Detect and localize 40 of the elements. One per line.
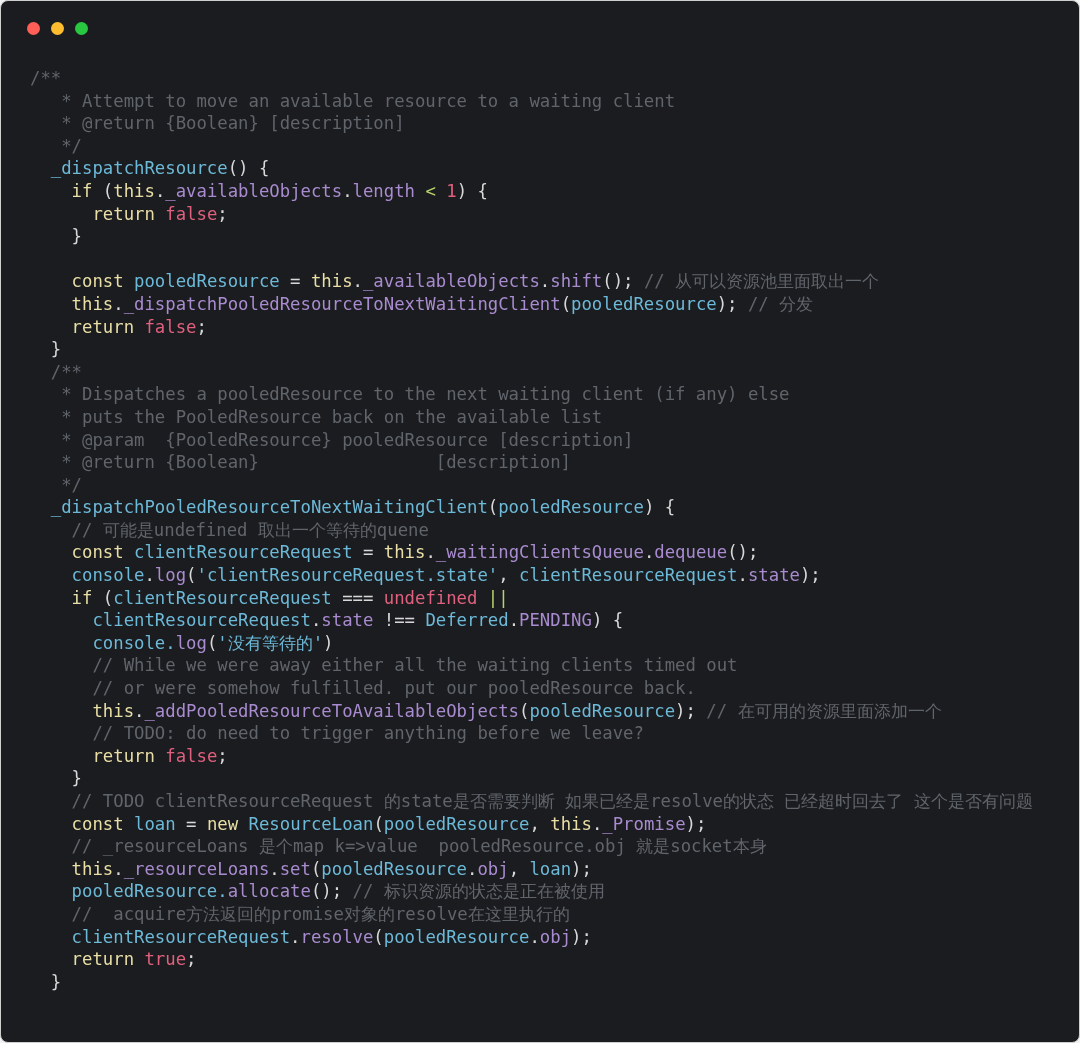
code-line: const pooledResource = this._availableObjects.shift(); // 从可以资源池里面取出一个 bbox=[70, 270, 880, 293]
code-line: * @return {Boolean} [description] bbox=[60, 112, 405, 135]
code-line: */ bbox=[60, 473, 83, 497]
code-line: */ bbox=[60, 134, 83, 158]
code-line: _dispatchPooledResourceToNextWaitingClient(pooledResource) { bbox=[49, 496, 676, 519]
code-line: // acquire方法返回的promise对象的resolve在这里执行的 bbox=[70, 902, 570, 926]
code-line: /** bbox=[30, 67, 62, 90]
code-line: } bbox=[70, 767, 83, 790]
code-line: * @return {Boolean} [description] bbox=[60, 451, 572, 474]
code-line: // TODO clientResourceRequest 的state是否需要判断 如果已经是resolve的状态 已经超时回去了 这个是否有问题 bbox=[70, 790, 1033, 813]
code-line: // _resourceLoans 是个map k=>value pooledResource.obj 就是socket本身 bbox=[70, 835, 767, 858]
code-line: return false; bbox=[91, 202, 228, 226]
code-line: // TODO: do need to trigger anything before we leave? bbox=[91, 722, 644, 745]
code-line: this._addPooledResourceToAvailableObjects(pooledResource); // 在可用的资源里面添加一个 bbox=[91, 699, 942, 723]
code-line: console.log('没有等待的') bbox=[91, 631, 334, 655]
code-line: console.log('clientResourceRequest.state', clientResourceRequest.state); bbox=[70, 564, 821, 587]
code-line: // While we were away either all the waiting clients timed out bbox=[91, 654, 738, 678]
code-line: clientResourceRequest.resolve(pooledResource.obj); bbox=[70, 925, 592, 949]
code-line: * Dispatches a pooledResource to the next waiting client (if any) else bbox=[60, 383, 790, 406]
code-line: // or were somehow fulfilled. put our pooledResource back. bbox=[91, 677, 696, 700]
code-line: const clientResourceRequest = this._waitingClientsQueue.dequeue(); bbox=[70, 541, 759, 565]
code-line: return false; bbox=[91, 744, 228, 768]
code-line: if (this._availableObjects.length < 1) { bbox=[70, 179, 488, 203]
code-line: clientResourceRequest.state !== Deferred.PENDING) { bbox=[91, 609, 624, 632]
code-line: if (clientResourceRequest === undefined || bbox=[70, 586, 509, 610]
code-line: } bbox=[49, 970, 62, 994]
code-line: return false; bbox=[70, 315, 207, 339]
code-line: } bbox=[49, 338, 62, 361]
code-line: this._dispatchPooledResourceToNextWaitingClient(pooledResource); // 分发 bbox=[70, 292, 814, 316]
code-line: /** bbox=[49, 360, 83, 384]
code-line: return true; bbox=[70, 948, 197, 971]
code-line: * puts the PooledResource back on the available list bbox=[60, 405, 603, 429]
code-line: this._resourceLoans.set(pooledResource.obj, loan); bbox=[70, 857, 592, 881]
code-line: * Attempt to move an available resource to a waiting client bbox=[60, 89, 676, 113]
code-line: } bbox=[70, 225, 83, 248]
code-line: const loan = new ResourceLoan(pooledResource, this._Promise); bbox=[70, 812, 707, 836]
code-line: pooledResource.allocate(); // 标识资源的状态是正在被使用 bbox=[70, 880, 605, 903]
code-line: // 可能是undefined 取出一个等待的quene bbox=[70, 518, 429, 542]
code-line: * @param {PooledResource} pooledResource [description] bbox=[60, 428, 634, 452]
code-line: _dispatchResource() { bbox=[49, 157, 270, 180]
